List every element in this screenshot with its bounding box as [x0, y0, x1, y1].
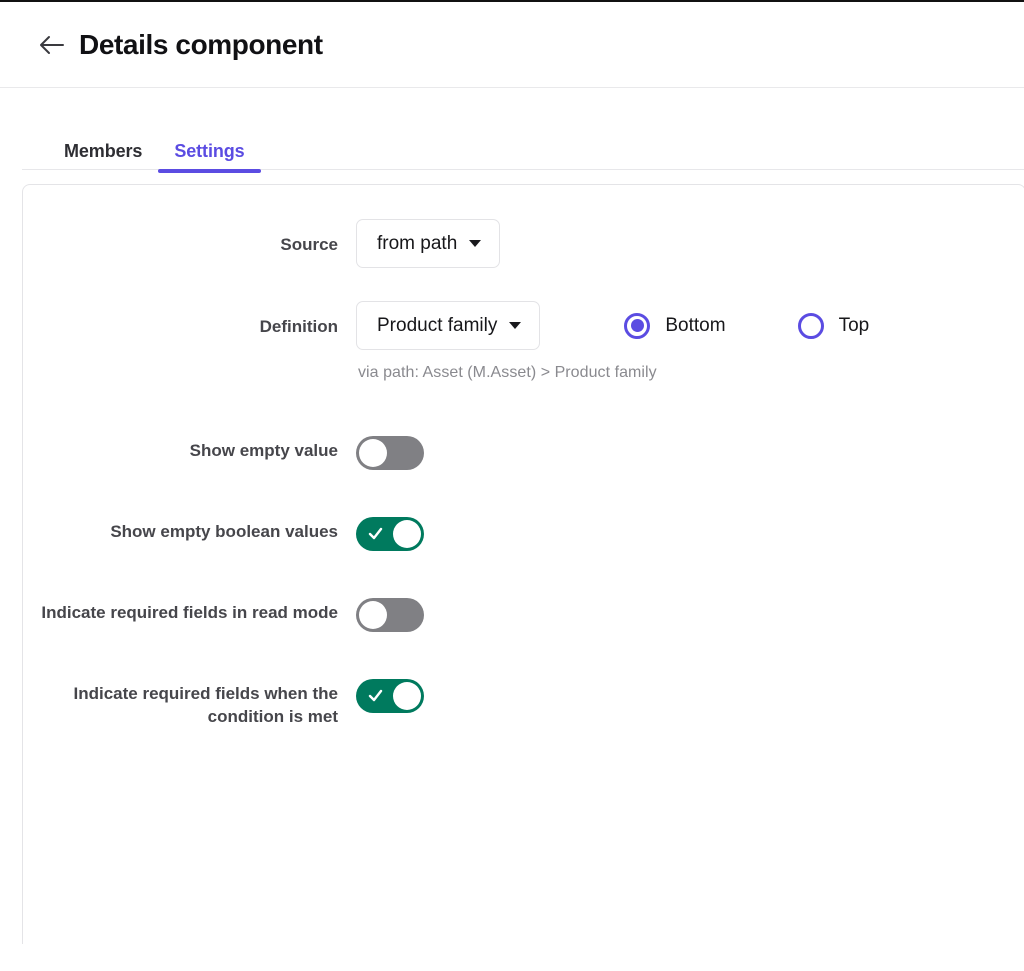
tab-members[interactable]: Members [48, 141, 158, 184]
source-row: Source from path [23, 219, 1024, 268]
check-icon [368, 688, 383, 703]
helper-spacer [23, 350, 356, 382]
radio-selected-icon [624, 313, 650, 339]
radio-label-top: Top [839, 315, 870, 337]
radio-label-bottom: Bottom [665, 315, 725, 337]
toggle-indicate-required-condition-met[interactable] [356, 679, 424, 713]
page-title: Details component [79, 31, 323, 59]
toggle-row-indicate-required-condition-met: Indicate required fields when the condit… [23, 679, 1024, 729]
definition-dropdown[interactable]: Product family [356, 301, 540, 350]
toggle-knob [393, 682, 421, 710]
definition-label: Definition [23, 301, 356, 339]
check-icon [368, 526, 383, 541]
toggle-label-show-empty-boolean-values: Show empty boolean values [23, 517, 356, 544]
toggle-row-indicate-required-read-mode: Indicate required fields in read mode [23, 598, 1024, 632]
position-radio-group: Bottom Top [624, 313, 869, 339]
toggle-row-show-empty-boolean-values: Show empty boolean values [23, 517, 1024, 551]
definition-control: Product family Bottom Top [356, 301, 1024, 350]
radio-option-top[interactable]: Top [798, 313, 870, 339]
radio-option-bottom[interactable]: Bottom [624, 313, 725, 339]
toggle-row-show-empty-value: Show empty value [23, 436, 1024, 470]
toggle-show-empty-value[interactable] [356, 436, 424, 470]
toggle-knob [359, 439, 387, 467]
settings-card: Source from path Definition Product fami… [22, 184, 1024, 944]
toggle-knob [393, 520, 421, 548]
source-control: from path [356, 219, 1024, 268]
definition-dropdown-value: Product family [377, 316, 497, 335]
tab-bar: Members Settings [0, 88, 1024, 184]
top-header-bar: Details component [0, 0, 1024, 88]
toggle-indicate-required-read-mode[interactable] [356, 598, 424, 632]
source-dropdown[interactable]: from path [356, 219, 500, 268]
definition-helper-row: via path: Asset (M.Asset) > Product fami… [23, 350, 1024, 382]
toggle-show-empty-boolean-values[interactable] [356, 517, 424, 551]
toggle-label-indicate-required-read-mode: Indicate required fields in read mode [23, 598, 356, 625]
radio-unselected-icon [798, 313, 824, 339]
arrow-left-icon [39, 34, 65, 56]
toggle-label-show-empty-value: Show empty value [23, 436, 356, 463]
definition-path-helper: via path: Asset (M.Asset) > Product fami… [356, 350, 657, 382]
toggle-control-indicate-required-read-mode [356, 598, 1024, 632]
chevron-down-icon [469, 240, 481, 247]
toggle-knob [359, 601, 387, 629]
toggle-label-indicate-required-condition-met: Indicate required fields when the condit… [23, 679, 356, 729]
back-button[interactable] [34, 27, 70, 63]
source-label: Source [23, 219, 356, 257]
tab-settings[interactable]: Settings [158, 141, 260, 184]
toggle-control-indicate-required-condition-met [356, 679, 1024, 713]
toggle-control-show-empty-value [356, 436, 1024, 470]
chevron-down-icon [509, 322, 521, 329]
toggle-control-show-empty-boolean-values [356, 517, 1024, 551]
source-dropdown-value: from path [377, 234, 457, 253]
definition-row: Definition Product family Bottom Top [23, 301, 1024, 350]
